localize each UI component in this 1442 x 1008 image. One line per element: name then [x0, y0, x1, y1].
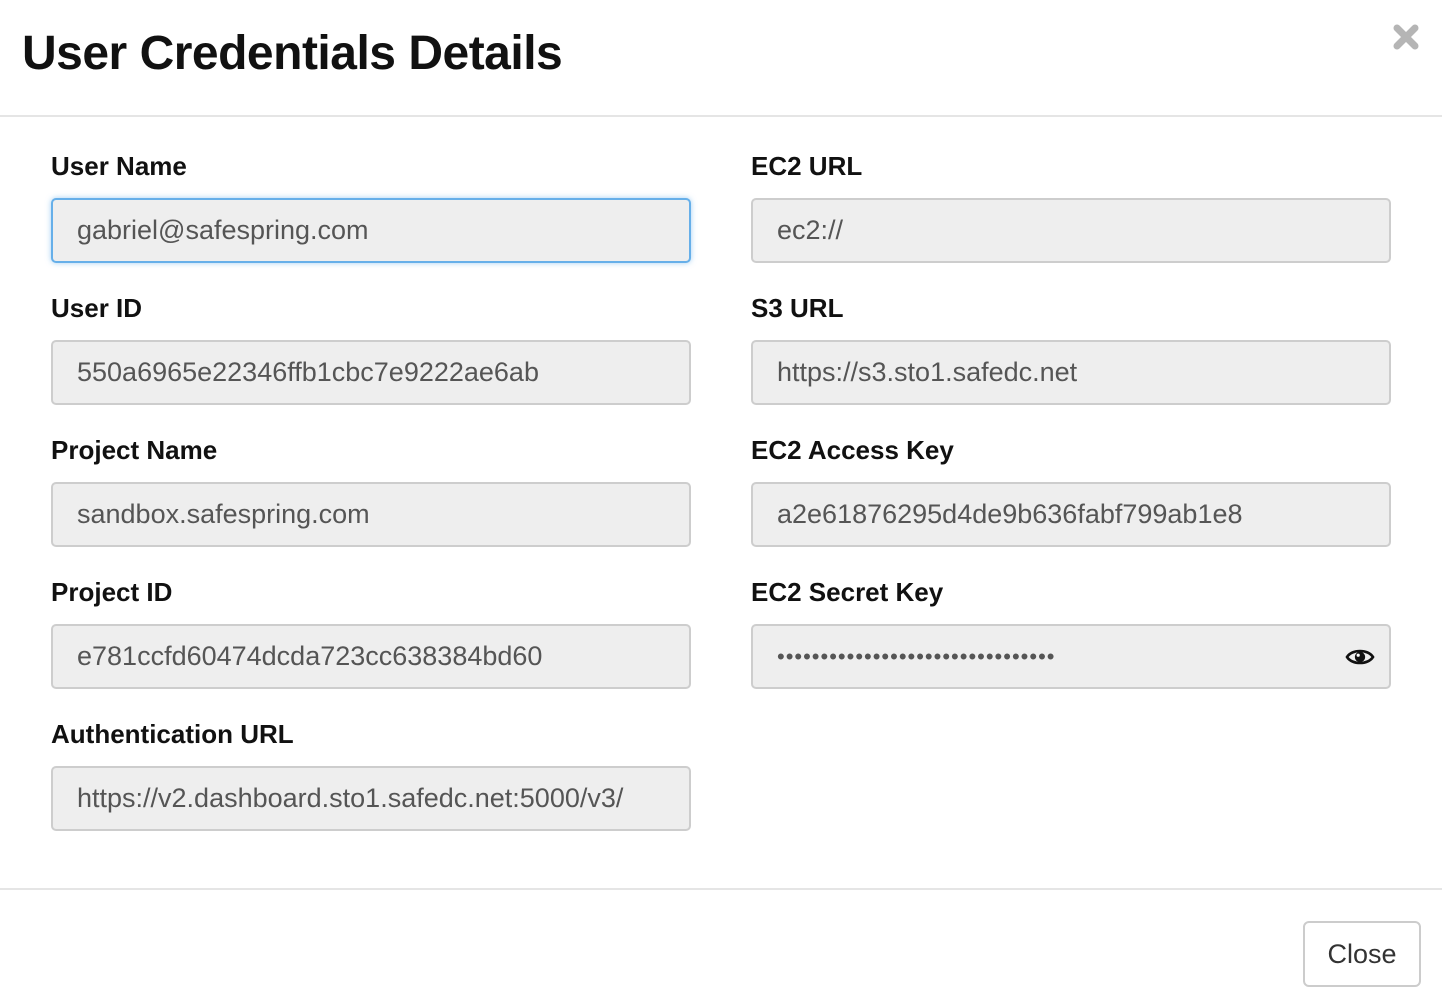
s3-url-label: S3 URL [751, 293, 844, 323]
user-name-field: User Name [51, 151, 691, 263]
auth-url-label: Authentication URL [51, 719, 294, 749]
ec2-url-label: EC2 URL [751, 151, 863, 181]
project-id-input[interactable] [51, 624, 691, 689]
ec2-secret-key-field: EC2 Secret Key [751, 577, 1391, 689]
ec2-url-input[interactable] [751, 198, 1391, 263]
project-name-input[interactable] [51, 482, 691, 547]
s3-url-field: S3 URL [751, 293, 1391, 405]
close-button[interactable]: Close [1303, 921, 1421, 987]
user-name-input[interactable] [51, 198, 691, 263]
ec2-access-key-field: EC2 Access Key [751, 435, 1391, 547]
ec2-access-key-label: EC2 Access Key [751, 435, 954, 465]
project-id-label: Project ID [51, 577, 173, 607]
dialog-header: User Credentials Details [0, 0, 1442, 117]
credentials-dialog: User Credentials Details User Name User … [0, 0, 1442, 1008]
dialog-footer: Close [0, 888, 1442, 1008]
ec2-access-key-input[interactable] [751, 482, 1391, 547]
user-id-field: User ID [51, 293, 691, 405]
auth-url-input[interactable] [51, 766, 691, 831]
user-name-label: User Name [51, 151, 187, 181]
project-id-field: Project ID [51, 577, 691, 689]
eye-icon[interactable] [1345, 642, 1375, 672]
project-name-field: Project Name [51, 435, 691, 547]
auth-url-field: Authentication URL [51, 719, 691, 831]
close-icon[interactable] [1391, 22, 1421, 52]
ec2-url-field: EC2 URL [751, 151, 1391, 263]
user-id-label: User ID [51, 293, 143, 323]
ec2-secret-key-label: EC2 Secret Key [751, 577, 944, 607]
project-name-label: Project Name [51, 435, 218, 465]
user-id-input[interactable] [51, 340, 691, 405]
s3-url-input[interactable] [751, 340, 1391, 405]
dialog-body: User Name User ID Project Name Project I… [0, 117, 1442, 888]
dialog-title: User Credentials Details [22, 27, 563, 80]
ec2-secret-key-input[interactable] [751, 624, 1391, 689]
